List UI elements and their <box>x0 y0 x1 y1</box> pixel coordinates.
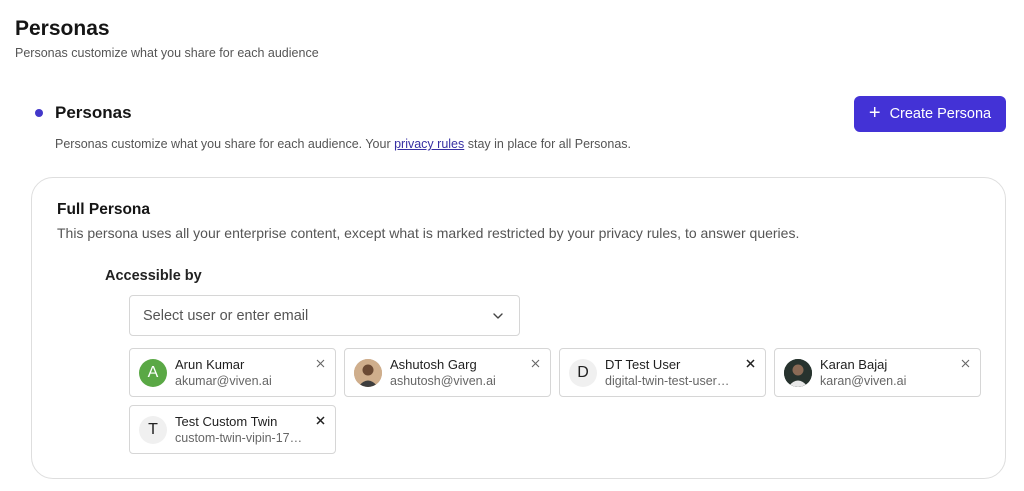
user-name: Karan Bajaj <box>820 357 888 372</box>
section-description: Personas customize what you share for ea… <box>55 137 631 151</box>
user-name: Ashutosh Garg <box>390 357 477 372</box>
accessible-by-label: Accessible by <box>105 268 202 284</box>
chevron-down-icon <box>492 310 504 322</box>
section-bullet <box>35 109 43 117</box>
user-email: digital-twin-test-user… <box>605 374 730 388</box>
persona-description: This persona uses all your enterprise co… <box>57 225 800 241</box>
user-select-dropdown[interactable]: Select user or enter email <box>129 295 520 336</box>
remove-user-icon[interactable] <box>314 357 327 370</box>
create-persona-button[interactable]: + Create Persona <box>854 96 1006 132</box>
user-chip: Ashutosh Garg ashutosh@viven.ai <box>344 348 551 397</box>
avatar: A <box>139 359 167 387</box>
user-chip: A Arun Kumar akumar@viven.ai <box>129 348 336 397</box>
section-desc-text: Personas customize what you share for ea… <box>55 137 395 151</box>
avatar <box>784 359 812 387</box>
avatar <box>354 359 382 387</box>
page-title: Personas <box>15 17 110 40</box>
avatar: T <box>139 416 167 444</box>
avatar: D <box>569 359 597 387</box>
user-chip: Karan Bajaj karan@viven.ai <box>774 348 981 397</box>
remove-user-icon[interactable] <box>959 357 972 370</box>
user-email: akumar@viven.ai <box>175 374 272 388</box>
user-email: karan@viven.ai <box>820 374 907 388</box>
plus-icon: + <box>868 102 881 124</box>
user-email: ashutosh@viven.ai <box>390 374 496 388</box>
create-persona-label: Create Persona <box>889 106 992 122</box>
remove-user-icon[interactable] <box>744 357 757 370</box>
select-placeholder: Select user or enter email <box>143 307 309 324</box>
user-email: custom-twin-vipin-17… <box>175 431 303 445</box>
page-subtitle: Personas customize what you share for ea… <box>15 46 319 60</box>
remove-user-icon[interactable] <box>529 357 542 370</box>
user-name: Test Custom Twin <box>175 414 278 429</box>
user-chip: D DT Test User digital-twin-test-user… <box>559 348 766 397</box>
user-name: DT Test User <box>605 357 681 372</box>
user-chip: T Test Custom Twin custom-twin-vipin-17… <box>129 405 336 454</box>
persona-title: Full Persona <box>57 201 151 218</box>
remove-user-icon[interactable] <box>314 414 327 427</box>
section-title: Personas <box>55 103 132 122</box>
section-desc-text-after: stay in place for all Personas. <box>464 137 632 151</box>
user-name: Arun Kumar <box>175 357 245 372</box>
privacy-rules-link[interactable]: privacy rules <box>394 137 464 151</box>
